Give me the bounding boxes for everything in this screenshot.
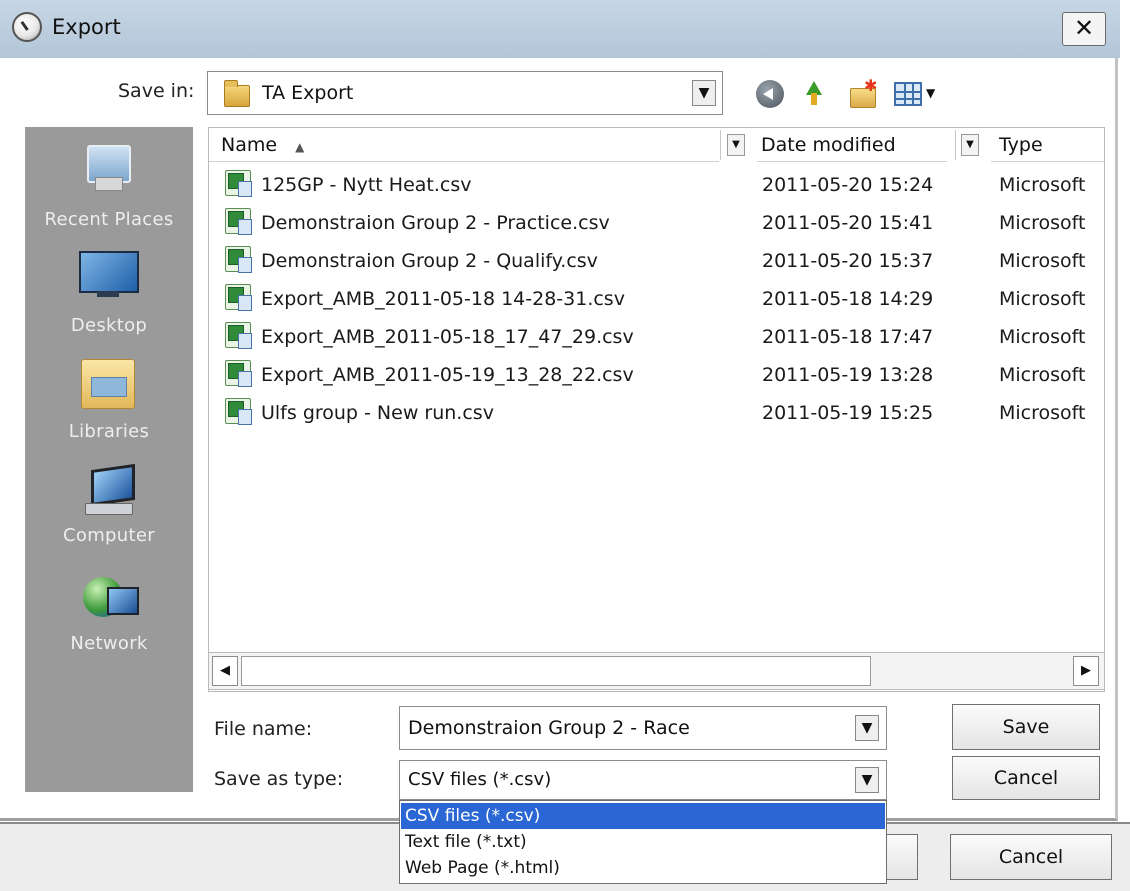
file-row[interactable]: Ulfs group - New run.csv 2011-05-19 15:2… (209, 394, 1104, 432)
save-as-type-value: CSV files (*.csv) (408, 769, 552, 790)
file-date-cell: 2011-05-19 15:25 (762, 402, 934, 424)
file-name-cell: 125GP - Nytt Heat.csv (261, 174, 472, 196)
cancel-button[interactable]: Cancel (952, 756, 1100, 800)
back-icon[interactable] (756, 80, 784, 108)
views-dropdown-caret-icon[interactable]: ▼ (926, 86, 935, 100)
place-label: Desktop (70, 315, 148, 336)
file-date-cell: 2011-05-20 15:24 (762, 174, 934, 196)
background-cancel-button[interactable]: Cancel (950, 834, 1112, 880)
scroll-left-icon[interactable]: ◀ (212, 656, 238, 686)
file-name-dropdown-arrow[interactable]: ▼ (855, 715, 879, 741)
file-row[interactable]: Export_AMB_2011-05-18_17_47_29.csv 2011-… (209, 318, 1104, 356)
place-computer[interactable]: Computer (25, 461, 193, 567)
file-date-cell: 2011-05-18 14:29 (762, 288, 934, 310)
scrollbar-thumb[interactable] (241, 656, 871, 686)
csv-file-icon (225, 246, 252, 273)
places-bar: Recent Places Desktop Libraries Computer… (25, 127, 193, 792)
file-date-cell: 2011-05-20 15:37 (762, 250, 934, 272)
up-folder-icon[interactable] (800, 79, 828, 107)
file-name-cell: Demonstraion Group 2 - Practice.csv (261, 212, 610, 234)
export-clock-icon (12, 12, 42, 42)
file-name-cell: Demonstraion Group 2 - Qualify.csv (261, 250, 598, 272)
place-recent-places[interactable]: Recent Places (25, 133, 193, 239)
file-name-input[interactable]: Demonstraion Group 2 - Race (408, 717, 690, 739)
file-type-cell: Microsoft (999, 402, 1086, 424)
save-as-type-option[interactable]: CSV files (*.csv) (401, 803, 885, 829)
column-header-type[interactable]: Type (991, 128, 1104, 162)
place-label: Computer (63, 525, 155, 546)
file-type-cell: Microsoft (999, 288, 1086, 310)
save-as-type-option[interactable]: Web Page (*.html) (401, 855, 885, 881)
file-row[interactable]: 125GP - Nytt Heat.csv 2011-05-20 15:24 M… (209, 166, 1104, 204)
file-list[interactable]: Name ▲ ▼ Date modified ▼ Type 125GP - Ny… (208, 127, 1105, 692)
file-date-cell: 2011-05-20 15:41 (762, 212, 934, 234)
file-type-cell: Microsoft (999, 174, 1086, 196)
folder-icon (224, 80, 250, 107)
new-folder-icon[interactable] (848, 76, 877, 108)
save-as-type-option[interactable]: Text file (*.txt) (401, 829, 885, 855)
column-divider[interactable] (720, 130, 721, 160)
save-in-dropdown-arrow[interactable]: ▼ (692, 80, 716, 106)
file-name-cell: Export_AMB_2011-05-19_13_28_22.csv (261, 364, 634, 386)
file-date-cell: 2011-05-19 13:28 (762, 364, 934, 386)
column-header-name[interactable]: Name ▲ (209, 128, 719, 162)
place-label: Recent Places (44, 209, 174, 230)
place-label: Network (70, 633, 148, 654)
file-type-cell: Microsoft (999, 364, 1086, 386)
file-type-cell: Microsoft (999, 326, 1086, 348)
file-name-cell: Export_AMB_2011-05-18_17_47_29.csv (261, 326, 634, 348)
file-type-cell: Microsoft (999, 212, 1086, 234)
column-header-date-modified[interactable]: Date modified (757, 128, 947, 162)
column-header-name-label: Name (221, 134, 278, 156)
horizontal-scrollbar[interactable]: ◀ ▶ (208, 652, 1105, 690)
name-column-filter-icon[interactable]: ▼ (727, 134, 745, 156)
title-bar: Export ✕ (0, 0, 1120, 58)
file-row[interactable]: Demonstraion Group 2 - Qualify.csv 2011-… (209, 242, 1104, 280)
computer-icon (81, 465, 137, 521)
save-as-type-label: Save as type: (214, 768, 344, 790)
libraries-icon (79, 355, 137, 411)
views-menu-icon[interactable] (894, 82, 922, 106)
save-in-combo[interactable]: TA Export ▼ (207, 71, 723, 115)
file-row[interactable]: Export_AMB_2011-05-18 14-28-31.csv 2011-… (209, 280, 1104, 318)
place-label: Libraries (68, 421, 150, 442)
network-icon (81, 571, 139, 627)
csv-file-icon (225, 208, 252, 235)
sort-ascending-icon: ▲ (295, 140, 305, 154)
csv-file-icon (225, 170, 252, 197)
recent-places-icon (81, 141, 135, 193)
file-name-label: File name: (214, 718, 313, 740)
close-button[interactable]: ✕ (1062, 12, 1106, 46)
save-as-type-dropdown-arrow[interactable]: ▼ (855, 767, 879, 793)
window-title: Export (52, 15, 121, 39)
file-date-cell: 2011-05-18 17:47 (762, 326, 934, 348)
save-as-type-options-list[interactable]: CSV files (*.csv) Text file (*.txt) Web … (399, 800, 887, 884)
file-type-cell: Microsoft (999, 250, 1086, 272)
date-column-filter-icon[interactable]: ▼ (961, 134, 979, 156)
csv-file-icon (225, 360, 252, 387)
file-row[interactable]: Export_AMB_2011-05-19_13_28_22.csv 2011-… (209, 356, 1104, 394)
save-in-label: Save in: (118, 80, 195, 102)
file-name-cell: Ulfs group - New run.csv (261, 402, 494, 424)
scroll-right-icon[interactable]: ▶ (1073, 656, 1099, 686)
csv-file-icon (225, 322, 252, 349)
file-name-cell: Export_AMB_2011-05-18 14-28-31.csv (261, 288, 625, 310)
file-name-combo[interactable]: Demonstraion Group 2 - Race ▼ (399, 706, 887, 750)
column-divider[interactable] (955, 130, 956, 160)
save-in-value: TA Export (262, 82, 354, 104)
save-button[interactable]: Save (952, 704, 1100, 750)
place-desktop[interactable]: Desktop (25, 245, 193, 351)
desktop-icon (77, 249, 139, 299)
save-as-type-combo[interactable]: CSV files (*.csv) ▼ (399, 760, 887, 800)
csv-file-icon (225, 284, 252, 311)
file-row[interactable]: Demonstraion Group 2 - Practice.csv 2011… (209, 204, 1104, 242)
csv-file-icon (225, 398, 252, 425)
place-libraries[interactable]: Libraries (25, 353, 193, 459)
place-network[interactable]: Network (25, 567, 193, 673)
